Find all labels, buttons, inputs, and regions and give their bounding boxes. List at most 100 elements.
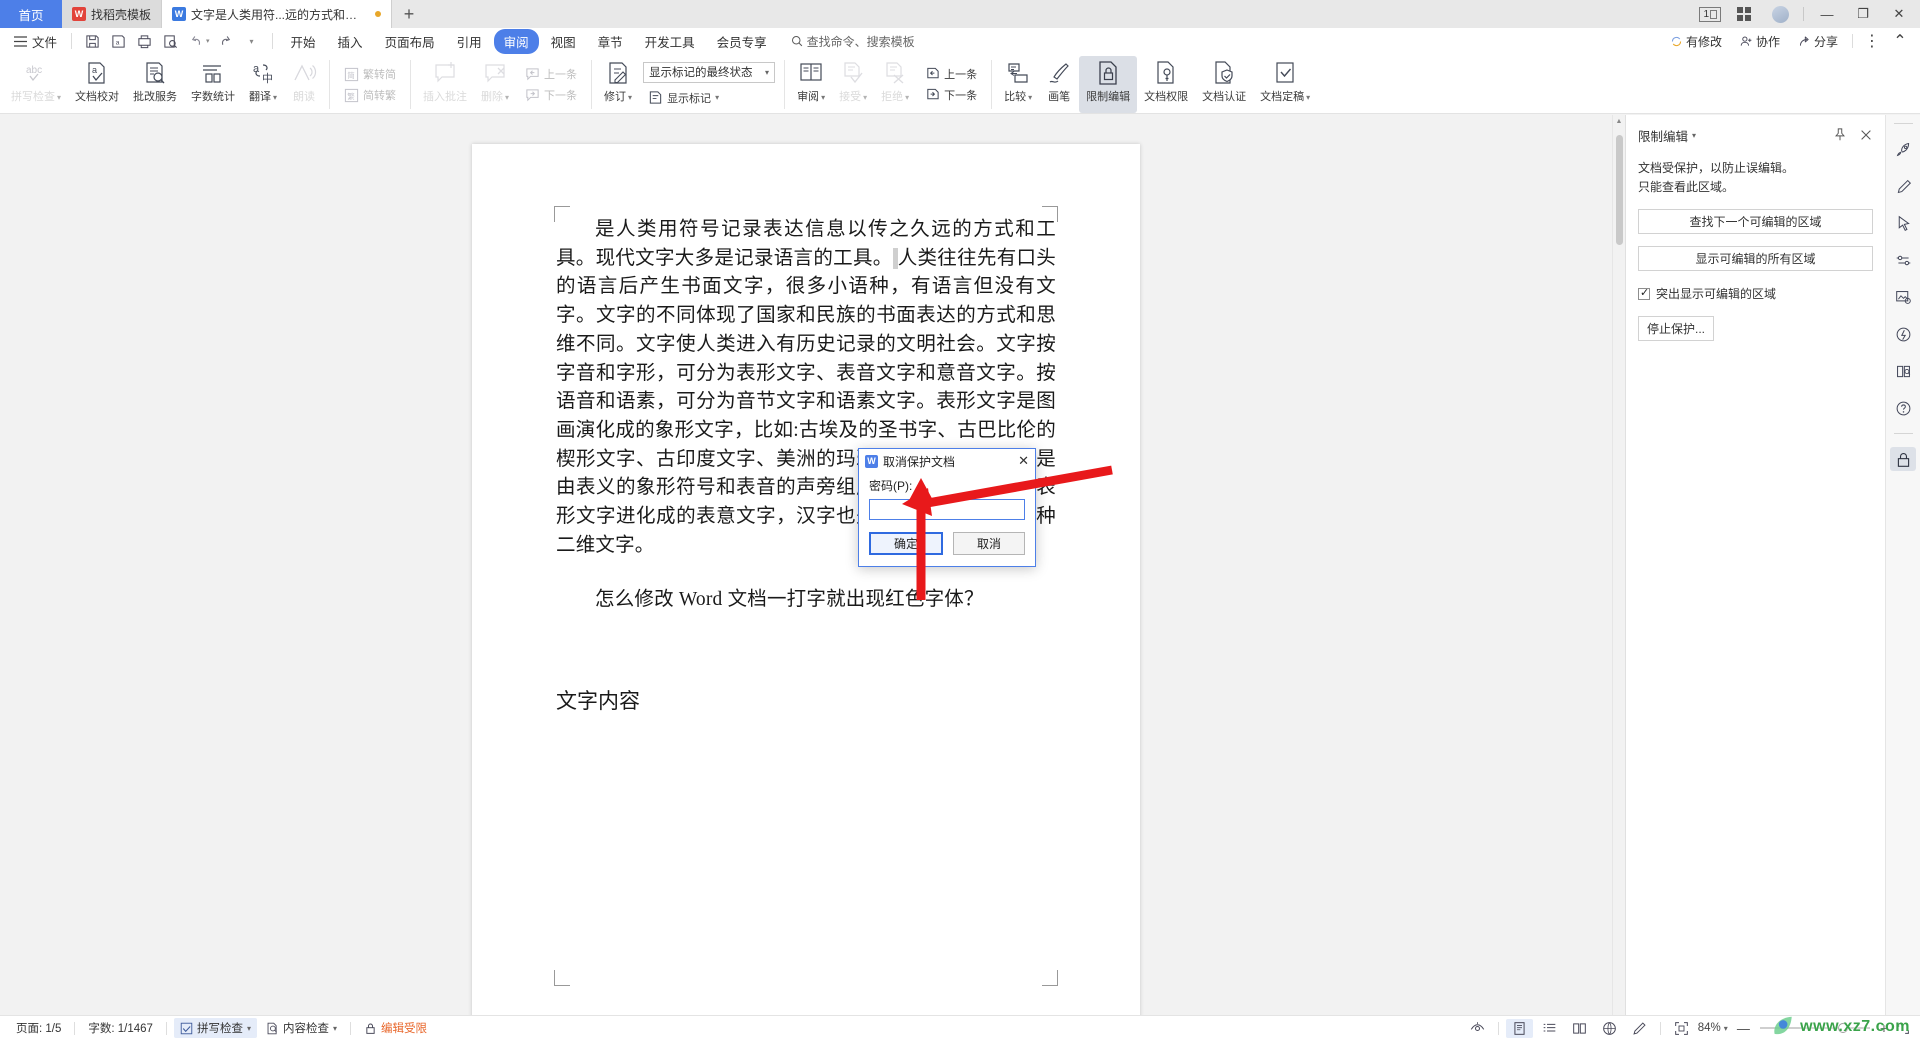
scroll-up-arrow[interactable]: ▲ bbox=[1613, 115, 1625, 128]
minimize-button[interactable]: — bbox=[1814, 1, 1840, 27]
ribbon-spellcheck[interactable]: abc 拼写检查 ▾ bbox=[4, 56, 68, 113]
ribbon-simp-to-trad[interactable]: 繁 简转繁 bbox=[339, 85, 401, 105]
pin-icon[interactable] bbox=[1833, 128, 1847, 142]
content-check-status[interactable]: 内容检查 ▾ bbox=[260, 1018, 343, 1038]
book-search-icon[interactable] bbox=[1890, 359, 1916, 383]
menu-item-start[interactable]: 开始 bbox=[281, 29, 326, 54]
tab-docer-template[interactable]: W 找稻壳模板 bbox=[62, 0, 163, 28]
idea-icon[interactable] bbox=[1890, 322, 1916, 346]
lock-icon[interactable] bbox=[1890, 447, 1916, 471]
ribbon-correction-service[interactable]: 批改服务 bbox=[126, 56, 184, 113]
chevron-down-icon[interactable]: ▾ bbox=[1692, 131, 1696, 140]
ribbon-trad-to-simp[interactable]: 简 繁转简 bbox=[339, 64, 401, 84]
ribbon-restrict-editing[interactable]: 限制编辑 bbox=[1079, 56, 1138, 113]
vertical-scrollbar[interactable]: ▲ bbox=[1612, 115, 1625, 1015]
ribbon-reject[interactable]: 拒绝 ▾ bbox=[874, 56, 916, 113]
help-icon[interactable] bbox=[1890, 396, 1916, 420]
menu-item-developer[interactable]: 开发工具 bbox=[635, 29, 705, 54]
menu-item-page-layout[interactable]: 页面布局 bbox=[375, 29, 445, 54]
document-canvas[interactable]: 是人类用符号记录表达信息以传之久远的方式和工具。现代文字大多是记录语言的工具。 … bbox=[0, 115, 1612, 1015]
checkbox-box[interactable] bbox=[1638, 286, 1650, 300]
zoom-out-button[interactable]: — bbox=[1737, 1021, 1750, 1036]
modified-status-button[interactable]: 有修改 bbox=[1663, 31, 1729, 52]
ribbon-compare[interactable]: 比较 ▾ bbox=[997, 56, 1039, 113]
show-all-editable-regions-button[interactable]: 显示可编辑的所有区域 bbox=[1638, 246, 1873, 271]
collaborate-button[interactable]: 协作 bbox=[1733, 31, 1787, 52]
reading-icon[interactable] bbox=[1566, 1019, 1593, 1038]
document-page[interactable]: 是人类用符号记录表达信息以传之久远的方式和工具。现代文字大多是记录语言的工具。 … bbox=[472, 144, 1140, 1015]
password-input[interactable] bbox=[869, 499, 1025, 520]
edit-restricted-status[interactable]: 编辑受限 bbox=[358, 1018, 433, 1038]
pen-icon[interactable] bbox=[1890, 174, 1916, 198]
web-layout-icon[interactable] bbox=[1596, 1019, 1623, 1038]
menu-item-sections[interactable]: 章节 bbox=[588, 29, 633, 54]
zoom-value[interactable]: 84% bbox=[1698, 1022, 1721, 1034]
ribbon-doc-certify[interactable]: 文档认证 bbox=[1195, 56, 1253, 113]
cancel-button[interactable]: 取消 bbox=[953, 532, 1025, 555]
rocket-icon[interactable] bbox=[1890, 137, 1916, 161]
ribbon-review-pane[interactable]: 审阅 ▾ bbox=[790, 56, 832, 113]
undo-icon[interactable] bbox=[184, 31, 208, 51]
save-as-icon[interactable]: a bbox=[106, 31, 130, 51]
scrollbar-thumb[interactable] bbox=[1616, 135, 1623, 245]
file-menu-button[interactable]: 文件 bbox=[8, 30, 63, 53]
ribbon-read-aloud[interactable]: 朗读 bbox=[284, 56, 324, 113]
new-tab-button[interactable]: + bbox=[392, 0, 427, 28]
ribbon-accept[interactable]: 接受 ▾ bbox=[832, 56, 874, 113]
cursor-icon[interactable] bbox=[1890, 211, 1916, 235]
ribbon-track-changes[interactable]: 修订 ▾ bbox=[597, 56, 639, 113]
eye-icon[interactable] bbox=[1464, 1019, 1491, 1038]
command-search[interactable]: 查找命令、搜索模板 bbox=[791, 33, 915, 50]
tab-writer-document[interactable]: W 文字是人类用符...远的方式和工具 bbox=[162, 0, 393, 28]
ribbon-translate[interactable]: a中 翻译 ▾ bbox=[242, 56, 284, 113]
menu-item-review[interactable]: 审阅 bbox=[493, 28, 539, 54]
close-icon[interactable] bbox=[1859, 128, 1873, 142]
find-next-editable-region-button[interactable]: 查找下一个可编辑的区域 bbox=[1638, 209, 1873, 234]
ribbon-show-markup[interactable]: 显示标记 ▾ bbox=[643, 88, 775, 108]
restore-button[interactable]: ❐ bbox=[1850, 1, 1876, 27]
chevron-down-icon[interactable]: ▾ bbox=[247, 1024, 251, 1033]
dialog-close-button[interactable]: ✕ bbox=[1018, 453, 1029, 469]
undo-caret-icon[interactable]: ▾ bbox=[206, 37, 210, 45]
writing-icon[interactable] bbox=[1626, 1019, 1653, 1038]
print-icon[interactable] bbox=[132, 31, 156, 51]
unprotect-document-dialog[interactable]: W 取消保护文档 ✕ 密码(P): 确定 取消 bbox=[858, 448, 1036, 567]
page-count[interactable]: 页面: 1/5 bbox=[10, 1018, 67, 1038]
ribbon-next-change[interactable]: 下一条 bbox=[920, 85, 982, 105]
sliders-icon[interactable] bbox=[1890, 248, 1916, 272]
share-button[interactable]: 分享 bbox=[1791, 31, 1845, 52]
customize-toolbar-icon[interactable]: ▾ bbox=[240, 31, 264, 51]
close-button[interactable]: ✕ bbox=[1886, 1, 1912, 27]
print-preview-icon[interactable] bbox=[158, 31, 182, 51]
user-avatar-button[interactable] bbox=[1767, 1, 1793, 27]
outline-icon[interactable] bbox=[1536, 1019, 1563, 1038]
zoom-caret-icon[interactable]: ▾ bbox=[1724, 1024, 1728, 1033]
ribbon-doc-permission[interactable]: 文档权限 bbox=[1137, 56, 1195, 113]
page-indicator[interactable]: 1 bbox=[1699, 6, 1721, 22]
markup-state-select[interactable]: 显示标记的最终状态 ▾ bbox=[643, 61, 776, 83]
home-tab[interactable]: 首页 bbox=[0, 0, 62, 28]
spellcheck-status[interactable]: 拼写检查 ▾ bbox=[173, 1018, 257, 1038]
ribbon-brush[interactable]: 画笔 bbox=[1039, 56, 1079, 113]
ribbon-proofread[interactable]: a 文档校对 bbox=[68, 56, 126, 113]
ribbon-doc-finalize[interactable]: 文档定稿 ▾ bbox=[1253, 56, 1317, 113]
image-tools-icon[interactable] bbox=[1890, 285, 1916, 309]
ribbon-prev-comment[interactable]: 上一条 bbox=[520, 64, 582, 84]
document-body[interactable]: 是人类用符号记录表达信息以传之久远的方式和工具。现代文字大多是记录语言的工具。 … bbox=[472, 144, 1140, 715]
print-layout-icon[interactable] bbox=[1505, 1018, 1533, 1038]
ribbon-next-comment[interactable]: 下一条 bbox=[520, 85, 582, 105]
redo-icon[interactable] bbox=[214, 31, 238, 51]
ribbon-insert-comment[interactable]: 插入批注 bbox=[416, 56, 474, 113]
ok-button[interactable]: 确定 bbox=[869, 532, 943, 555]
highlight-editable-regions-checkbox[interactable]: 突出显示可编辑的区域 bbox=[1638, 285, 1873, 302]
word-count[interactable]: 字数: 1/1467 bbox=[82, 1018, 159, 1038]
stop-protection-button[interactable]: 停止保护... bbox=[1638, 316, 1714, 341]
collapse-ribbon-button[interactable]: ⌃ bbox=[1888, 31, 1912, 51]
chevron-down-icon[interactable]: ▾ bbox=[333, 1024, 337, 1033]
save-icon[interactable] bbox=[80, 31, 104, 51]
menu-item-member[interactable]: 会员专享 bbox=[707, 29, 777, 54]
ribbon-prev-change[interactable]: 上一条 bbox=[920, 64, 982, 84]
ribbon-delete-comment[interactable]: 删除 ▾ bbox=[474, 56, 516, 113]
menu-item-insert[interactable]: 插入 bbox=[328, 29, 373, 54]
menu-item-references[interactable]: 引用 bbox=[447, 29, 492, 54]
